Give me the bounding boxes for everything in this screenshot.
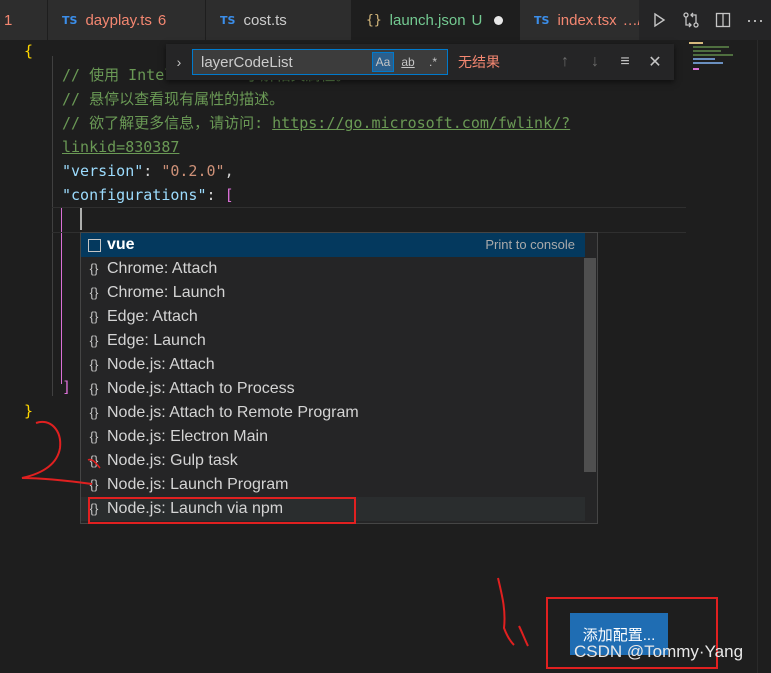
more-actions-icon[interactable]: ··· <box>739 0 771 40</box>
tab-label: cost.ts <box>243 11 287 29</box>
tab-label: dayplay.ts <box>85 11 152 29</box>
tab-index-tsx[interactable]: TS index.tsx …/ <box>520 0 650 40</box>
suggestion-item[interactable]: {} Chrome: Launch <box>81 281 585 305</box>
watermark: CSDN @Tommy·Yang <box>574 642 744 661</box>
find-field[interactable]: Aa ab .* <box>192 49 448 75</box>
regex-toggle[interactable]: .* <box>422 52 444 72</box>
code-line: // 欲了解更多信息，请访问: https://go.microsoft.com… <box>62 114 571 132</box>
typescript-icon: TS <box>62 13 78 27</box>
tab-hidden[interactable]: 1 <box>0 0 48 40</box>
tab-label: launch.json <box>389 11 466 29</box>
json-icon: {} <box>366 12 382 28</box>
code-line: } <box>24 402 34 420</box>
suggestion-item[interactable]: vue Print to console <box>81 233 585 257</box>
docs-link: https://go.microsoft.com/fwlink/? <box>272 114 571 132</box>
braces-icon: {} <box>89 381 99 396</box>
find-in-selection-icon[interactable]: ≡ <box>610 53 640 71</box>
code-line: // 悬停以查看现有属性的描述。 <box>62 90 285 108</box>
unsaved-dot-icon[interactable] <box>494 15 504 25</box>
run-icon[interactable] <box>643 0 675 40</box>
suggestion-list: vue Print to console {} Chrome: Attach {}… <box>80 232 598 524</box>
code-line: linkid=830387 <box>62 135 179 159</box>
tab-cost[interactable]: TS cost.ts <box>206 0 352 40</box>
match-case-toggle[interactable]: Aa <box>372 52 394 72</box>
suggestion-label: Node.js: Attach to Process <box>107 380 295 397</box>
next-match-icon[interactable]: ↓ <box>580 53 610 71</box>
toggle-replace-icon[interactable]: › <box>166 54 192 70</box>
previous-match-icon[interactable]: ↑ <box>550 53 580 71</box>
typescript-icon: TS <box>534 13 550 27</box>
suggestion-item[interactable]: {} Node.js: Attach <box>81 353 585 377</box>
suggestion-label: vue <box>107 236 135 253</box>
find-input[interactable] <box>199 52 372 72</box>
find-result-status: 无结果 <box>458 54 500 70</box>
suggestion-label: Node.js: Attach <box>107 356 215 373</box>
tab-label: index.tsx <box>557 11 617 29</box>
annotation-highlight-box <box>88 497 356 524</box>
suggestion-scrollbar[interactable] <box>584 258 596 472</box>
minimap[interactable] <box>689 40 749 80</box>
tab-label: 1 <box>4 11 13 29</box>
suggestion-item[interactable]: {} Node.js: Gulp task <box>81 449 585 473</box>
code-line: ] <box>62 378 72 396</box>
suggestion-label: Node.js: Electron Main <box>107 428 268 445</box>
text-cursor <box>80 208 82 230</box>
bracket-guide <box>61 208 62 384</box>
vertical-scrollbar[interactable] <box>757 40 771 673</box>
suggestion-label: Chrome: Attach <box>107 260 218 277</box>
find-widget: › Aa ab .* 无结果 ↑ ↓ ≡ ✕ <box>166 44 674 80</box>
code-line: "configurations": [ <box>62 186 234 204</box>
braces-icon: {} <box>89 333 99 348</box>
close-icon[interactable]: ✕ <box>640 52 670 72</box>
suggestion-label: Edge: Launch <box>107 332 206 349</box>
braces-icon: {} <box>89 357 99 372</box>
problem-count: 6 <box>157 11 167 29</box>
docs-link: linkid=830387 <box>62 138 180 156</box>
suggestion-label: Edge: Attach <box>107 308 198 325</box>
snippet-icon <box>81 238 107 252</box>
code-line: "version": "0.2.0", <box>62 162 234 180</box>
braces-icon: {} <box>89 405 99 420</box>
suggestion-item[interactable]: {} Node.js: Electron Main <box>81 425 585 449</box>
braces-icon: {} <box>89 261 99 276</box>
tab-launch-json[interactable]: {} launch.json U <box>352 0 520 40</box>
suggestion-label: Node.js: Attach to Remote Program <box>107 404 359 421</box>
editor-actions: ··· <box>639 0 771 40</box>
suggestion-item[interactable]: {} Chrome: Attach <box>81 257 585 281</box>
suggestion-item[interactable]: {} Node.js: Attach to Process <box>81 377 585 401</box>
suggestion-detail: Print to console <box>485 237 575 252</box>
split-editor-icon[interactable] <box>707 0 739 40</box>
suggestion-item[interactable]: {} Edge: Launch <box>81 329 585 353</box>
braces-icon: {} <box>89 429 99 444</box>
suggestion-label: Node.js: Launch Program <box>107 476 289 493</box>
untracked-badge: U <box>471 11 483 29</box>
code-line: { <box>24 42 34 60</box>
suggestion-item[interactable]: {} Node.js: Attach to Remote Program <box>81 401 585 425</box>
suggestion-item[interactable]: {} Node.js: Launch Program <box>81 473 585 497</box>
suggestion-label: Node.js: Gulp task <box>107 452 238 469</box>
current-line-highlight <box>52 207 686 233</box>
braces-icon: {} <box>89 285 99 300</box>
tab-dayplay[interactable]: TS dayplay.ts 6 <box>48 0 206 40</box>
suggestion-item[interactable]: {} Edge: Attach <box>81 305 585 329</box>
braces-icon: {} <box>89 453 99 468</box>
braces-icon: {} <box>89 477 99 492</box>
match-whole-word-toggle[interactable]: ab <box>397 52 419 72</box>
compare-changes-icon[interactable] <box>675 0 707 40</box>
braces-icon: {} <box>89 309 99 324</box>
typescript-icon: TS <box>220 13 236 27</box>
suggestion-label: Chrome: Launch <box>107 284 226 301</box>
